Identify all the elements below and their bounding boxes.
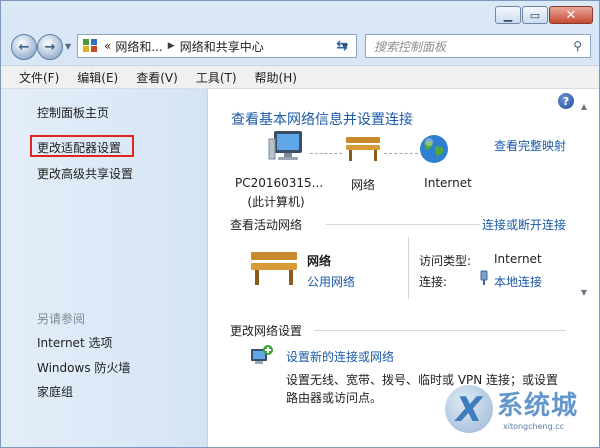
watermark-x-icon: X: [445, 385, 493, 433]
breadcrumb-network-sharing-center[interactable]: 网络和共享中心: [180, 38, 264, 55]
maximize-icon: ▭: [529, 8, 541, 22]
forward-button[interactable]: →: [37, 34, 63, 60]
watermark-url: xitongcheng.cc: [503, 422, 565, 431]
menu-bar: 文件(F) 编辑(E) 查看(V) 工具(T) 帮助(H): [1, 65, 599, 89]
menu-file[interactable]: 文件(F): [19, 69, 59, 86]
change-settings-divider: [314, 330, 566, 331]
setup-connection-icon: [251, 345, 273, 364]
see-also-heading: 另请参阅: [37, 312, 86, 326]
close-icon: ✕: [565, 7, 577, 23]
access-type-value: Internet: [494, 252, 542, 266]
watermark-brand: 系统城: [497, 391, 579, 421]
computer-icon: [268, 131, 302, 160]
network-node-label: 网络: [350, 178, 375, 192]
windows-firewall-link[interactable]: Windows 防火墙: [37, 359, 130, 376]
homegroup-link[interactable]: 家庭组: [37, 383, 73, 400]
pc-this-computer-label: (此计算机): [247, 195, 305, 209]
link-line-pc-network: [310, 153, 342, 154]
active-network-name: 网络: [307, 254, 332, 268]
local-connection-icon: [480, 270, 488, 285]
active-network-bench-icon: [251, 252, 297, 285]
breadcrumb-separator-icon[interactable]: ▶: [168, 41, 175, 51]
maximize-button[interactable]: ▭: [522, 6, 548, 24]
window-caption-buttons: ▁ ▭ ✕: [494, 6, 593, 24]
refresh-button[interactable]: ⇆: [331, 36, 353, 56]
back-button[interactable]: ←: [11, 34, 37, 60]
public-network-link[interactable]: 公用网络: [307, 273, 355, 290]
control-panel-window: ▁ ▭ ✕ ← → ▼ « 网络和... ▶ 网络和共享中心 ▼ ⇆ 搜索控制面…: [0, 0, 600, 448]
menu-help[interactable]: 帮助(H): [255, 69, 297, 86]
tasks-pane: 控制面板主页 更改适配器设置 更改高级共享设置 另请参阅 Internet 选项…: [1, 89, 208, 447]
internet-options-link[interactable]: Internet 选项: [37, 334, 112, 351]
address-bar[interactable]: « 网络和... ▶ 网络和共享中心 ▼: [77, 34, 357, 58]
change-network-settings-heading: 更改网络设置: [230, 324, 303, 338]
scroll-up-icon[interactable]: ▲: [578, 101, 590, 113]
search-box[interactable]: 搜索控制面板 ⚲: [365, 34, 591, 58]
active-network-divider: [408, 237, 409, 299]
control-panel-icon: [83, 39, 99, 53]
forward-arrow-icon: →: [44, 39, 56, 55]
link-line-network-internet: [384, 153, 418, 154]
setup-description-line2: 路由器或访问点。: [286, 391, 383, 405]
connect-disconnect-link[interactable]: 连接或断开连接: [482, 216, 566, 233]
navigation-bar: ← → ▼ « 网络和... ▶ 网络和共享中心 ▼ ⇆ 搜索控制面板 ⚲: [1, 29, 599, 63]
page-title: 查看基本网络信息并设置连接: [231, 112, 413, 128]
network-bench-icon: [346, 137, 380, 161]
internet-node-label: Internet: [424, 176, 472, 190]
minimize-button[interactable]: ▁: [495, 6, 521, 24]
setup-new-connection-link[interactable]: 设置新的连接或网络: [286, 348, 394, 365]
help-icon[interactable]: ?: [558, 93, 574, 109]
menu-edit[interactable]: 编辑(E): [77, 69, 118, 86]
breadcrumb-overflow[interactable]: «: [104, 39, 111, 53]
back-arrow-icon: ←: [18, 39, 30, 55]
recent-pages-dropdown-icon[interactable]: ▼: [65, 42, 71, 51]
search-input[interactable]: 搜索控制面板: [374, 38, 573, 55]
vertical-scrollbar[interactable]: ▲ ▼: [578, 101, 590, 401]
close-button[interactable]: ✕: [549, 6, 593, 24]
menu-view[interactable]: 查看(V): [136, 69, 178, 86]
menu-tools[interactable]: 工具(T): [196, 69, 237, 86]
internet-globe-icon: [420, 135, 448, 163]
change-advanced-sharing-link[interactable]: 更改高级共享设置: [37, 165, 133, 182]
local-area-connection-link[interactable]: 本地连接: [494, 273, 542, 290]
active-networks-heading: 查看活动网络: [230, 218, 303, 232]
active-networks-divider: [326, 224, 480, 225]
breadcrumb-network-internet[interactable]: 网络和...: [115, 38, 162, 55]
connections-label: 连接:: [419, 275, 448, 289]
see-full-map-link[interactable]: 查看完整映射: [494, 137, 566, 154]
refresh-icon: ⇆: [336, 38, 348, 54]
scroll-down-icon[interactable]: ▼: [578, 287, 590, 299]
watermark-logo: X 系统城 xitongcheng.cc: [445, 381, 595, 445]
change-adapter-settings-link[interactable]: 更改适配器设置: [37, 139, 121, 156]
access-type-label: 访问类型:: [419, 254, 472, 268]
pc-name-label: PC20160315...: [235, 176, 324, 190]
minimize-icon: ▁: [503, 8, 513, 22]
search-icon[interactable]: ⚲: [573, 39, 582, 53]
control-panel-home-link[interactable]: 控制面板主页: [37, 104, 109, 121]
